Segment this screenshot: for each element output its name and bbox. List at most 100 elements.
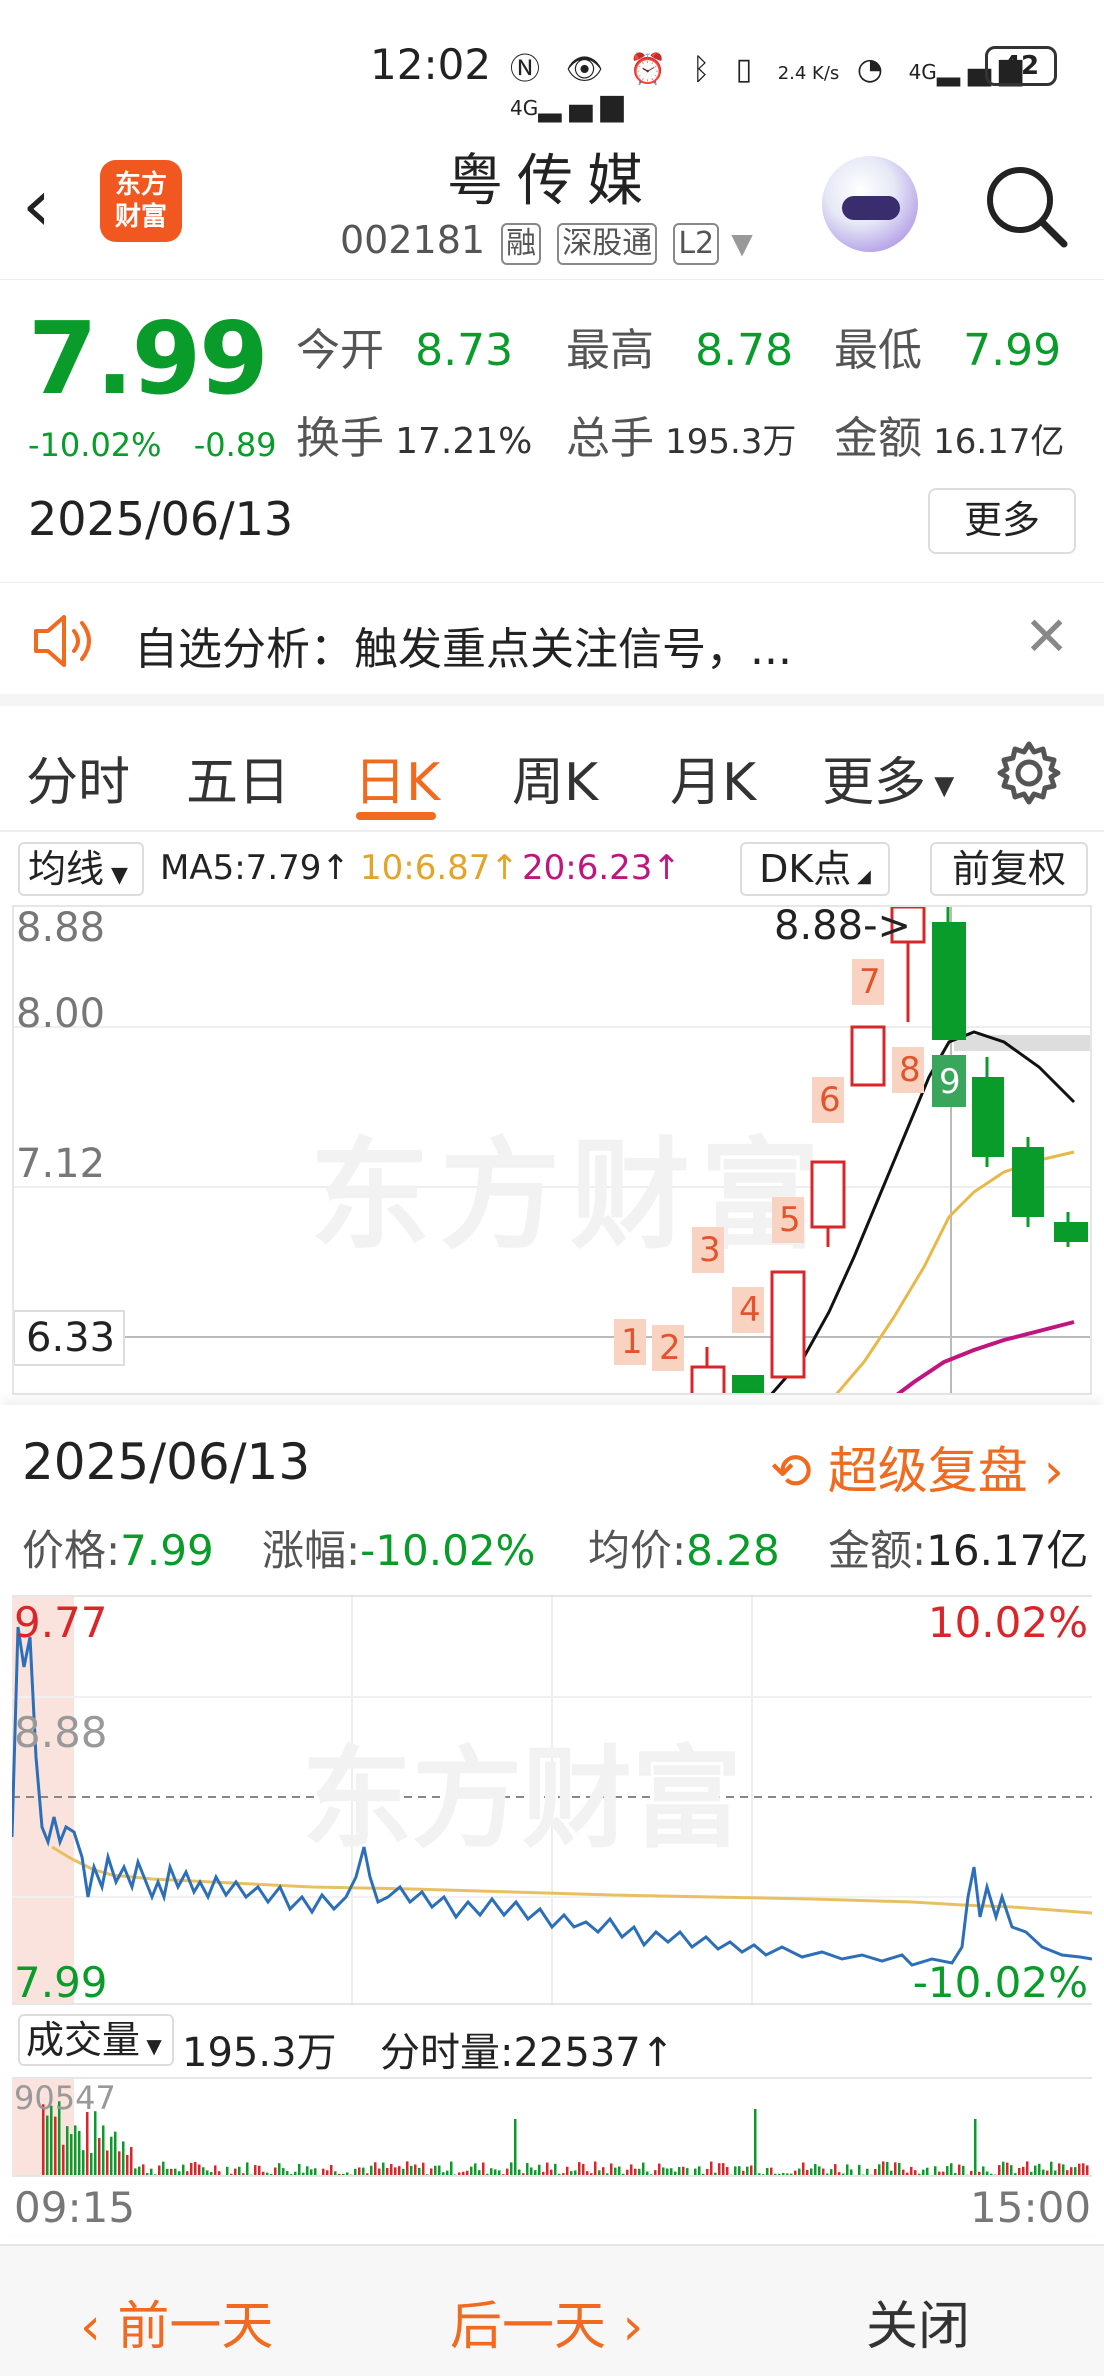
volume-bar bbox=[586, 2171, 589, 2175]
replay-label: 超级复盘 bbox=[827, 1442, 1028, 1500]
volume-bar bbox=[390, 2163, 393, 2175]
more-button[interactable]: 更多 bbox=[928, 488, 1076, 554]
super-replay-button[interactable]: ⟲ 超级复盘 › bbox=[770, 1431, 1064, 1503]
volume-bar bbox=[730, 2174, 733, 2175]
ma20-value: 20:6.23↑ bbox=[522, 848, 681, 888]
volume-bar bbox=[694, 2168, 697, 2175]
volume-bar bbox=[410, 2165, 413, 2175]
volume-bar bbox=[318, 2174, 321, 2175]
volume-bar bbox=[710, 2161, 713, 2175]
kline-chart[interactable]: 东方财富 1 2 3 4 5 6 7 8 9 8.88-> 8.88 8.00 … bbox=[12, 905, 1092, 1395]
turnover-value: 17.21% bbox=[395, 421, 533, 462]
chevron-left-icon: ‹ bbox=[80, 2297, 118, 2357]
volume-bar bbox=[426, 2174, 429, 2175]
signal-label-1: 4G bbox=[908, 60, 937, 84]
volume-bar bbox=[822, 2168, 825, 2175]
volume-bar bbox=[1058, 2163, 1061, 2175]
pct-high-label: 10.02% bbox=[928, 1598, 1088, 1647]
turnover-stat: 换手 17.21% bbox=[296, 402, 532, 466]
volume-bar bbox=[486, 2173, 489, 2175]
current-price: 7.99 bbox=[28, 300, 269, 417]
tab-daily-k[interactable]: 日K bbox=[354, 740, 440, 815]
search-icon[interactable] bbox=[980, 160, 1070, 250]
volume-bar bbox=[266, 2172, 269, 2175]
gear-icon[interactable] bbox=[996, 740, 1062, 806]
volume-bar bbox=[910, 2166, 913, 2175]
eye-icon: 👁 bbox=[565, 52, 612, 87]
pct-low-label: -10.02% bbox=[913, 1958, 1088, 2005]
volume-bar bbox=[734, 2166, 737, 2175]
volume-bar bbox=[546, 2162, 549, 2175]
volume-bar bbox=[206, 2170, 209, 2175]
volume-bar bbox=[362, 2167, 365, 2175]
prev-day-button[interactable]: ‹ 前一天 bbox=[80, 2284, 273, 2359]
close-icon[interactable]: ✕ bbox=[1024, 605, 1069, 668]
bluetooth-icon: ᛒ bbox=[692, 52, 719, 87]
volume-indicator-select[interactable]: 成交量 ▼ bbox=[18, 2014, 174, 2066]
volume-bar bbox=[502, 2174, 505, 2175]
volume-bar bbox=[702, 2173, 705, 2175]
adjust-mode-button[interactable]: 前复权 bbox=[930, 842, 1088, 896]
volume-bar bbox=[1046, 2170, 1049, 2175]
volume-bar bbox=[346, 2172, 349, 2175]
kline-svg: 东方财富 1 2 3 4 5 6 7 8 9 8.88-> 8.88 8.00 … bbox=[14, 907, 1090, 1393]
tab-weekly-k[interactable]: 周K bbox=[512, 740, 598, 815]
y-label-max: 8.88 bbox=[16, 907, 105, 951]
tab-5day[interactable]: 五日 bbox=[186, 740, 290, 815]
volume-bar bbox=[478, 2170, 481, 2175]
dk-point-button[interactable]: DK点 ◢ bbox=[740, 842, 890, 896]
volume-bar bbox=[110, 2136, 113, 2175]
volume-bar bbox=[594, 2161, 597, 2175]
volume-bar bbox=[934, 2166, 937, 2175]
volume-bar bbox=[634, 2168, 637, 2175]
volume-bar bbox=[830, 2169, 833, 2175]
battery-icon: 42 bbox=[985, 46, 1057, 86]
volume-bar bbox=[462, 2171, 465, 2175]
high-label: 最高 bbox=[566, 325, 654, 376]
wifi-icon: ◔ bbox=[856, 52, 892, 87]
amount-label: 金额 bbox=[834, 413, 922, 464]
volume-bar bbox=[750, 2165, 753, 2175]
intraday-panel: 2025/06/13 ⟲ 超级复盘 › 价格:7.99 涨幅:-10.02% 均… bbox=[0, 1405, 1104, 2235]
volume-bar bbox=[774, 2173, 777, 2175]
ma-select[interactable]: 均线 ▼ bbox=[18, 842, 144, 896]
volume-bar bbox=[1074, 2167, 1077, 2175]
volume-bar bbox=[242, 2173, 245, 2175]
volume-bar bbox=[430, 2168, 433, 2175]
volume-bar bbox=[942, 2171, 945, 2175]
intraday-date: 2025/06/13 bbox=[22, 1433, 311, 1491]
volume-bar bbox=[626, 2169, 629, 2175]
stock-code-row[interactable]: 002181 融 深股通 L2 ▼ bbox=[340, 218, 753, 265]
tab-more[interactable]: 更多 ▼ bbox=[822, 740, 954, 815]
volume-bar bbox=[322, 2168, 325, 2175]
volume-bar bbox=[606, 2173, 609, 2175]
volume-chart[interactable]: 90547 bbox=[12, 2077, 1092, 2177]
volume-bar bbox=[118, 2151, 121, 2175]
alert-bar[interactable]: 自选分析：触发重点关注信号，... ✕ bbox=[0, 582, 1104, 706]
volume-bar bbox=[126, 2155, 129, 2175]
volume-bar bbox=[538, 2164, 541, 2175]
signal-1: 1 bbox=[621, 1322, 643, 1362]
volume-bar bbox=[706, 2168, 709, 2175]
stat-change-value: -10.02% bbox=[360, 1526, 536, 1575]
tab-monthly-k[interactable]: 月K bbox=[670, 740, 756, 815]
tab-intraday[interactable]: 分时 bbox=[26, 740, 130, 815]
next-day-button[interactable]: 后一天 › bbox=[450, 2284, 643, 2359]
volume-bar bbox=[946, 2166, 949, 2175]
close-button[interactable]: 关闭 bbox=[866, 2284, 970, 2359]
volume-bar bbox=[618, 2166, 621, 2175]
volume-bar bbox=[926, 2167, 929, 2175]
volume-bar bbox=[862, 2174, 865, 2175]
volume-bar bbox=[178, 2171, 181, 2175]
volume-bar bbox=[846, 2164, 849, 2175]
volume-total: 195.3万 bbox=[182, 2030, 337, 2076]
volume-bar bbox=[558, 2173, 561, 2175]
volume-bar bbox=[866, 2168, 869, 2175]
volume-bar bbox=[658, 2163, 661, 2175]
watermark: 东方财富 bbox=[310, 1127, 830, 1266]
stat-avg-value: 8.28 bbox=[686, 1526, 780, 1575]
low-label: 最低 bbox=[834, 325, 922, 376]
volume-bar bbox=[106, 2150, 109, 2175]
intraday-chart[interactable]: 东方财富 9.77 8.88 7.99 10.02% -10.02% bbox=[12, 1595, 1092, 2005]
volume-bar bbox=[562, 2173, 565, 2175]
